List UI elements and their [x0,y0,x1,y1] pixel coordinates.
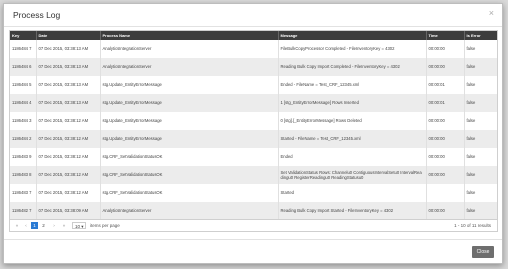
cell-process-name: stg.CRF_SetValidationStatusOK [100,148,279,166]
column-header-key[interactable]: Key [10,31,37,40]
cell-is-error: false [466,64,476,70]
cell-message: Started [278,184,427,202]
process-log-grid: Key Date Process Name Message Time Is Er… [9,30,498,220]
page-button-2[interactable]: 2 [40,222,47,229]
cell-date: 07 Dec 2015, 03:38:12 AM [36,184,101,202]
cell-time: 00:00:00 [426,130,465,148]
cell-message: Reading Bulk Copy Import Started - FileI… [278,202,427,219]
prev-page-button[interactable]: ‹ [22,222,30,229]
column-header-process-name[interactable]: Process Name [100,31,279,40]
last-page-button[interactable]: » [60,222,68,229]
cell-is-error: false [466,190,476,196]
cell-key: 1186482 7 [10,202,37,219]
cell-key: 1186484 5 [10,76,37,94]
cell-process-name: stg.CRF_SetValidationStatusOK [100,166,279,184]
cell-process-name: AnalyticsIntegrationServer [100,202,279,219]
first-page-button[interactable]: « [13,222,21,229]
cell-date: 07 Dec 2015, 03:38:12 AM [36,166,101,184]
cell-process-name: AnalyticsIntegrationServer [100,40,279,58]
cell-key: 1186483 8 [10,166,37,184]
page-size-value: 10 [75,224,81,229]
page-size-label: items per page [90,223,120,228]
cell-key: 1186484 3 [10,112,37,130]
cell-time: 00:00:00 [426,58,465,76]
cell-time: 00:00:00 [426,148,465,166]
cell-key: 1186483 9 [10,148,37,166]
grid-body: 1186484 7 07 Dec 2015, 03:38:13 AM Analyti… [10,40,497,219]
cell-key: 1186484 2 [10,130,37,148]
cell-date: 07 Dec 2015, 03:38:09 AM [36,202,101,219]
cell-time: 00:00:00 [426,112,465,130]
table-row[interactable]: 1186484 5 07 Dec 2015, 03:38:13 AM stg.Upd… [10,76,497,94]
cell-process-name: stg.Update_EntityErrorMessage [100,94,279,112]
cell-date: 07 Dec 2015, 03:38:12 AM [36,112,101,130]
column-header-is-error[interactable]: Is Error [464,31,497,40]
cell-message: Started - FileName = Test_CRF_12345.xml [278,130,427,148]
cell-process-name: AnalyticsIntegrationServer [100,58,279,76]
cell-date: 07 Dec 2015, 03:38:12 AM [36,148,101,166]
cell-message: Reading Bulk Copy Import Completed - Fil… [278,58,427,76]
table-row[interactable]: 1186484 4 07 Dec 2015, 03:38:13 AM stg.Upd… [10,94,497,112]
cell-date: 07 Dec 2015, 03:38:12 AM [36,130,101,148]
table-row[interactable]: 1186484 3 07 Dec 2015, 03:38:12 AM stg.Upd… [10,112,497,130]
cell-is-error: false [466,100,476,106]
page-size-select[interactable]: 10 ▾ [72,222,86,229]
cell-message: 0 [stg].[_EntityErrorMessage] Rows Delet… [278,112,427,130]
cell-process-name: stg.Update_EntityErrorMessage [100,130,279,148]
table-row[interactable]: 1186483 8 07 Dec 2015, 03:38:12 AM stg.CRF… [10,166,497,184]
cell-process-name: stg.Update_EntityErrorMessage [100,76,279,94]
close-icon[interactable]: × [489,9,494,18]
cell-date: 07 Dec 2015, 03:38:13 AM [36,76,101,94]
cell-time: 00:00:01 [426,94,465,112]
pager: « ‹ 1 2 › » 10 ▾ items per page 1 - 10 o… [9,220,498,232]
cell-is-error: false [466,82,476,88]
cell-is-error: false [466,154,476,160]
cell-message: 1 [stg_EntityErrorMessage] Rows Inserted [278,94,427,112]
grid-header-row: Key Date Process Name Message Time Is Er… [10,31,497,40]
cell-is-error: false [466,46,476,52]
next-page-button[interactable]: › [50,222,58,229]
dialog-footer: Close [4,239,502,266]
cell-message: Set ValidationStatus Rows: Channelu0 Con… [278,166,427,184]
cell-is-error: false [466,208,476,214]
page-button-1[interactable]: 1 [31,222,38,229]
cell-is-error: false [466,172,476,178]
results-info: 1 - 10 of 11 results [454,223,491,228]
cell-time: 00:00:01 [426,76,465,94]
column-header-time[interactable]: Time [426,31,465,40]
cell-is-error: false [466,136,476,142]
chevron-down-icon: ▾ [81,224,84,229]
cell-date: 07 Dec 2015, 03:38:13 AM [36,94,101,112]
process-log-dialog: Process Log × Key Date Process Name Mess… [3,3,503,264]
cell-key: 1186484 7 [10,40,37,58]
column-header-message[interactable]: Message [278,31,427,40]
close-button[interactable]: Close [472,246,494,258]
cell-key: 1186484 6 [10,58,37,76]
cell-time: 00:00:00 [426,202,465,219]
cell-time [426,184,465,202]
table-row[interactable]: 1186484 7 07 Dec 2015, 03:38:13 AM Analyti… [10,40,497,58]
cell-key: 1186483 7 [10,184,37,202]
cell-message: Ended [278,148,427,166]
cell-process-name: stg.CRF_SetValidationStatusOK [100,184,279,202]
column-header-date[interactable]: Date [36,31,101,40]
cell-date: 07 Dec 2015, 03:38:13 AM [36,40,101,58]
cell-time: 00:00:00 [426,40,465,58]
dialog-header: Process Log × [4,4,502,27]
table-row[interactable]: 1186483 9 07 Dec 2015, 03:38:12 AM stg.CRF… [10,148,497,166]
table-row[interactable]: 1186482 7 07 Dec 2015, 03:38:09 AM Analyti… [10,202,497,219]
cell-date: 07 Dec 2015, 03:38:13 AM [36,58,101,76]
table-row[interactable]: 1186484 2 07 Dec 2015, 03:38:12 AM stg.Upd… [10,130,497,148]
cell-time: 00:00:00 [426,166,465,184]
cell-is-error: false [466,118,476,124]
table-row[interactable]: 1186483 7 07 Dec 2015, 03:38:12 AM stg.CRF… [10,184,497,202]
cell-key: 1186484 4 [10,94,37,112]
table-row[interactable]: 1186484 6 07 Dec 2015, 03:38:13 AM Analyti… [10,58,497,76]
cell-message: FileBulkCopyProcessor Completed - FileIn… [278,40,427,58]
cell-process-name: stg.Update_EntityErrorMessage [100,112,279,130]
cell-message: Ended - FileName = Test_CRF_12345.xml [278,76,427,94]
dialog-title: Process Log [13,10,61,20]
